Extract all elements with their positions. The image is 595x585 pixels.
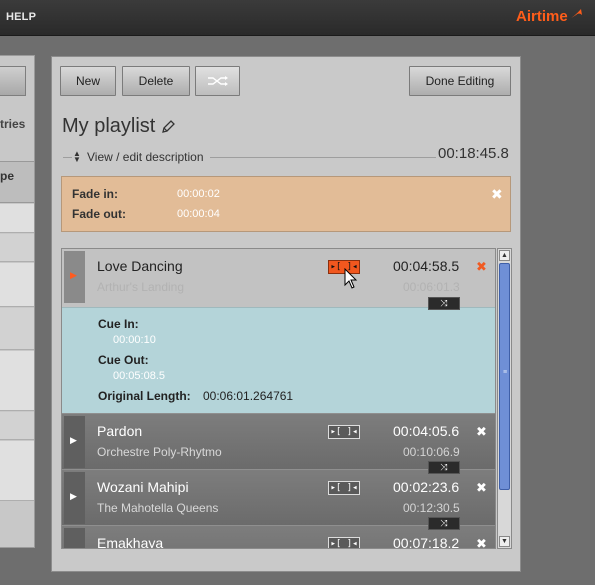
expand-arrows-icon[interactable]: ▲ ▼ [73, 150, 81, 164]
cue-in-label: Cue In: [98, 317, 139, 331]
cue-in-value[interactable]: 00:00:10 [113, 334, 156, 346]
cue-editor-button[interactable]: ▸[ ]◂ [328, 481, 360, 495]
track-title: Wozani Mahipi [97, 479, 189, 495]
new-playlist-button[interactable]: New [60, 66, 116, 96]
track-length: 00:04:05.6 [393, 423, 460, 439]
table-row[interactable] [0, 234, 34, 262]
delete-item-icon[interactable]: ✖ [476, 480, 487, 496]
play-column: ▶ [64, 416, 85, 468]
cue-editor-button[interactable]: ▸[ ]◂ [328, 425, 360, 439]
track-title: Emakhaya [97, 535, 164, 549]
pencil-icon[interactable] [161, 120, 175, 134]
original-length-value: 00:06:01.264761 [203, 389, 294, 403]
table-row[interactable] [0, 263, 34, 307]
delete-item-icon[interactable]: ✖ [476, 424, 487, 440]
airtime-logo: Airtime [516, 8, 568, 25]
track-original-length: 00:10:06.9 [403, 445, 460, 459]
top-bar: HELP Airtime [0, 0, 595, 36]
fade-out-value[interactable]: 00:00:04 [177, 208, 220, 220]
help-menu[interactable]: HELP [6, 11, 36, 23]
fade-out-label: Fade out: [72, 207, 126, 221]
track-artist: Arthur's Landing [97, 280, 185, 294]
track-original-length: 00:12:30.5 [403, 501, 460, 515]
mouse-cursor-icon [344, 268, 358, 289]
track-length: 00:02:23.6 [393, 479, 460, 495]
fade-settings-panel: Fade in: 00:00:02 Fade out: 00:00:04 ✖ [61, 176, 511, 232]
fade-in-label: Fade in: [72, 187, 119, 201]
library-button[interactable] [0, 66, 26, 96]
library-entries-label: tries [0, 117, 26, 131]
fade-in-value[interactable]: 00:00:02 [177, 188, 220, 200]
table-row[interactable] [0, 441, 34, 501]
play-icon[interactable]: ▶ [70, 547, 77, 548]
grip-icon: ≡ [503, 369, 508, 376]
table-row[interactable] [0, 412, 34, 440]
play-icon[interactable]: ▶ [70, 270, 77, 281]
track-length: 00:07:18.2 [393, 535, 460, 549]
logo-swoosh-icon [568, 9, 582, 20]
playlist-total-length: 00:18:45.8 [436, 145, 509, 162]
view-edit-description-link[interactable]: View / edit description [87, 150, 204, 164]
done-editing-button[interactable]: Done Editing [409, 66, 511, 96]
track-artist: Orchestre Poly-Rhytmo [97, 445, 222, 459]
playlist-title[interactable]: My playlist [62, 115, 155, 138]
cue-out-label: Cue Out: [98, 353, 149, 367]
cue-editor-panel: Cue In: 00:00:10 Cue Out: 00:05:08.5 Ori… [62, 307, 495, 413]
table-row[interactable] [0, 204, 34, 233]
track-original-length: 00:06:01.3 [403, 280, 460, 294]
play-column: ▶ [64, 472, 85, 524]
cue-editor-button[interactable]: ▸[ ]◂ [328, 537, 360, 548]
delete-playlist-button[interactable]: Delete [122, 66, 190, 96]
play-icon[interactable]: ▶ [70, 435, 77, 446]
crossfade-button[interactable]: ⤨ [428, 461, 460, 474]
play-icon[interactable]: ▶ [70, 491, 77, 502]
shuffle-icon [207, 76, 228, 86]
shuffle-button[interactable] [195, 66, 240, 96]
cue-out-value[interactable]: 00:05:08.5 [113, 370, 165, 382]
scrollbar-thumb[interactable]: ≡ [499, 263, 510, 490]
track-length: 00:04:58.5 [393, 258, 460, 274]
track-title: Love Dancing [97, 258, 183, 274]
original-length-label: Original Length: [98, 389, 191, 403]
track-title: Pardon [97, 423, 143, 439]
library-panel: tries pe [0, 55, 35, 548]
track-artist: The Mahotella Queens [97, 501, 219, 515]
library-type-column-header[interactable]: pe [0, 169, 14, 183]
crossfade-button[interactable]: ⤨ [428, 297, 460, 310]
table-row[interactable] [0, 351, 34, 411]
crossfade-button[interactable]: ⤨ [428, 517, 460, 530]
scroll-down-arrow-icon[interactable]: ▼ [499, 536, 510, 547]
delete-item-icon[interactable]: ✖ [476, 536, 487, 548]
playlist-scrollbar[interactable]: ▲ ≡ ▼ [497, 248, 512, 549]
close-fade-icon[interactable]: ✖ [491, 186, 503, 203]
playlist-editor-panel: New Delete Done Editing My playlist ▲ ▼ V… [51, 56, 521, 572]
play-column: ▶ [64, 528, 85, 548]
scroll-up-arrow-icon[interactable]: ▲ [499, 250, 510, 261]
table-row[interactable] [0, 308, 34, 350]
play-column: ▶ [64, 251, 85, 303]
delete-item-icon[interactable]: ✖ [476, 259, 487, 275]
playlist-items-list: ▶ Love Dancing Arthur's Landing ▸[ ]◂ 00… [61, 248, 496, 549]
